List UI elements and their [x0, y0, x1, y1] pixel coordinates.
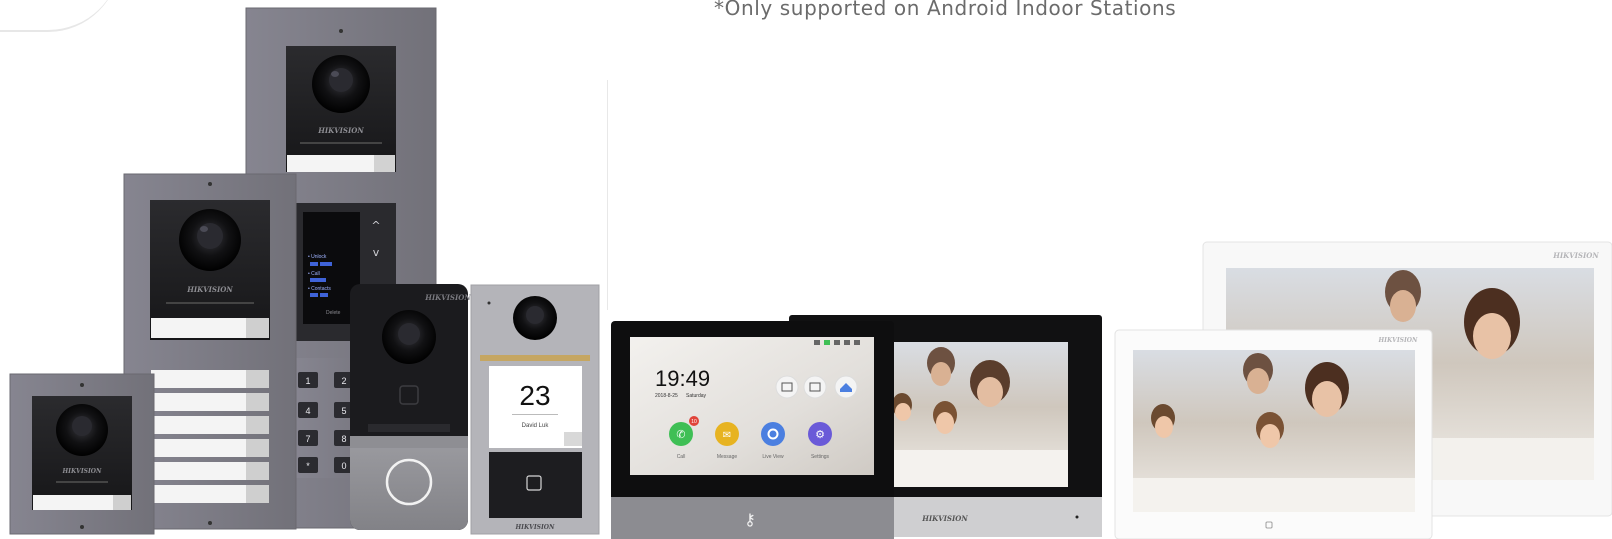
brand-logo: HIKVISION — [186, 285, 233, 294]
keypad-menu-line: • Unlock — [308, 254, 327, 260]
brand-logo: HIKVISION — [514, 524, 555, 531]
home-app-live-view: Live View — [761, 422, 785, 460]
room-number: 23 — [519, 380, 550, 411]
modular-door-station-small: HIKVISION — [9, 373, 155, 535]
indoor-monitor-black-home: 19:49 2018-8-25 Saturday ✆ 10 Call ✉ Mes… — [611, 321, 894, 539]
svg-text:8: 8 — [341, 434, 346, 444]
home-app-label: Live View — [762, 454, 784, 460]
product-lineup-banner: *Only supported on Android Indoor Statio… — [0, 0, 1612, 539]
nav-down-icon: v — [373, 246, 380, 259]
svg-text:7: 7 — [305, 434, 310, 444]
indoor-monitor-white: HIKVISION — [1114, 329, 1433, 539]
home-weekday: Saturday — [686, 393, 707, 399]
svg-text:5: 5 — [341, 406, 346, 416]
home-app-message: ✉ Message — [715, 422, 739, 460]
envelope-icon: ✉ — [723, 430, 731, 441]
keypad-menu-line: • Call — [308, 271, 320, 277]
keypad-menu-footer: Delete — [326, 310, 341, 316]
home-app-label: Call — [677, 454, 686, 460]
home-app-label: Settings — [811, 454, 830, 460]
keypad-menu-line: • Contacts — [308, 286, 331, 292]
call-badge: 10 — [691, 419, 697, 425]
svg-text:*: * — [306, 461, 310, 471]
brand-logo: HIKVISION — [317, 126, 364, 135]
product-illustration: HIKVISION • Unlock • Call • Contacts Del… — [9, 7, 1612, 539]
brand-logo: HIKVISION — [1552, 251, 1599, 260]
brand-logo: HIKVISION — [61, 468, 102, 475]
svg-text:4: 4 — [305, 406, 310, 416]
home-app-settings: ⚙ Settings — [808, 422, 832, 460]
gear-icon: ⚙ — [815, 428, 825, 441]
phone-icon: ✆ — [676, 428, 685, 441]
nav-up-icon: ^ — [371, 219, 380, 232]
svg-text:1: 1 — [305, 376, 310, 386]
home-clock: 19:49 — [655, 366, 710, 391]
svg-text:2: 2 — [341, 376, 346, 386]
home-app-label: Message — [717, 454, 738, 460]
villa-door-station-dark: HIKVISION — [350, 284, 471, 530]
brand-logo: HIKVISION — [1377, 337, 1418, 344]
resident-name: David Luk — [522, 423, 550, 429]
unlock-key-icon: ⚷ — [744, 510, 756, 529]
home-date: 2018-8-25 — [655, 393, 678, 399]
brand-logo: HIKVISION — [921, 514, 968, 523]
door-station-with-display: 23 David Luk HIKVISION — [470, 284, 600, 535]
svg-text:0: 0 — [341, 461, 346, 471]
brand-logo: HIKVISION — [424, 293, 471, 302]
